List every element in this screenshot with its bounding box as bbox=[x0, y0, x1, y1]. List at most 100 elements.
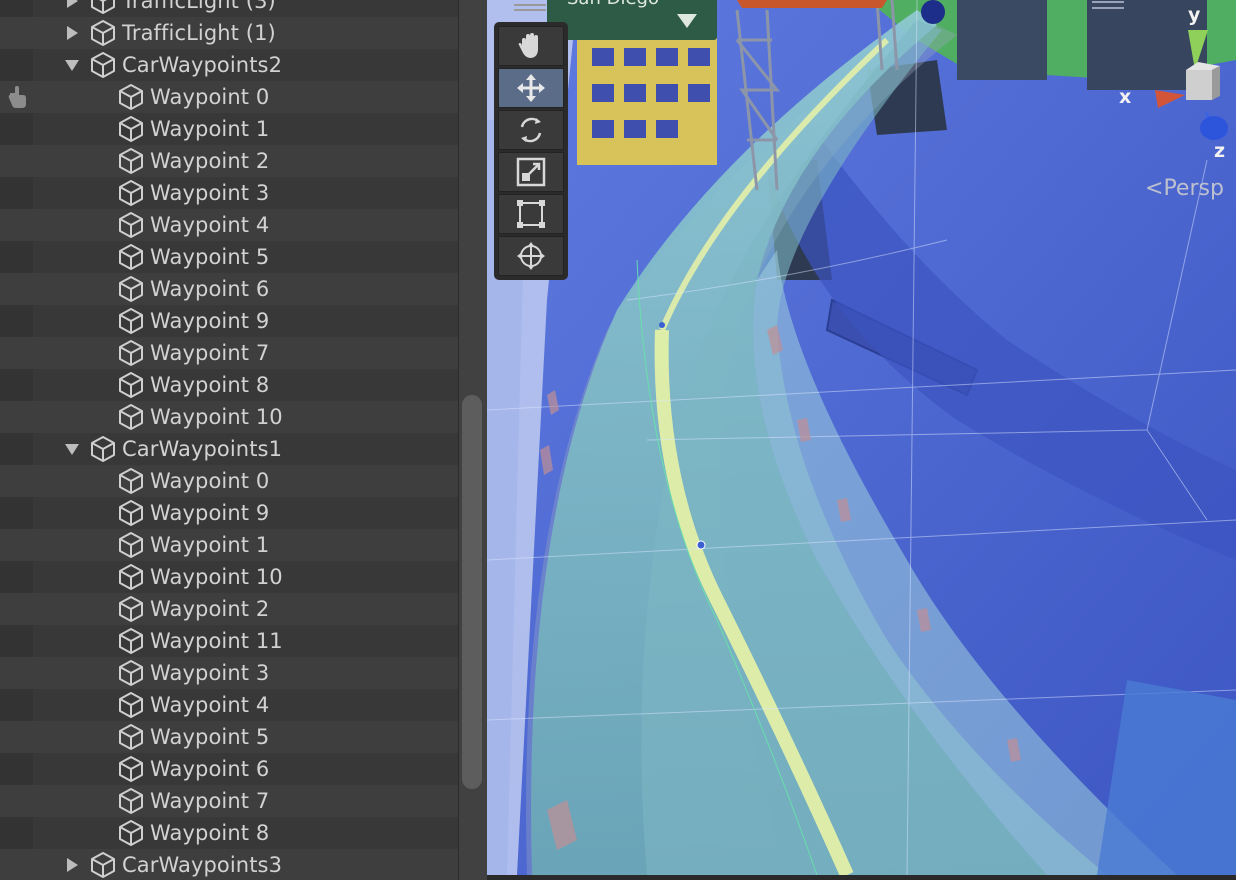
hierarchy-item-row[interactable]: Waypoint 4 bbox=[0, 689, 458, 721]
row-label: Waypoint 4 bbox=[150, 213, 270, 237]
hierarchy-scrollbar-thumb[interactable] bbox=[462, 395, 482, 789]
gameobject-cube-icon bbox=[88, 434, 118, 464]
hierarchy-item-row[interactable]: Waypoint 6 bbox=[0, 273, 458, 305]
row-label: CarWaypoints2 bbox=[122, 53, 283, 77]
scale-tool-button[interactable] bbox=[498, 152, 564, 192]
row-label: Waypoint 7 bbox=[150, 789, 270, 813]
gameobject-cube-icon bbox=[116, 530, 146, 560]
gameobject-cube-icon bbox=[116, 818, 146, 848]
row-content: Waypoint 3 bbox=[116, 657, 269, 689]
row-label: Waypoint 3 bbox=[150, 181, 270, 205]
projection-toggle[interactable]: <Persp bbox=[1145, 176, 1224, 201]
gameobject-cube-icon bbox=[88, 18, 118, 48]
hierarchy-item-row[interactable]: Waypoint 9 bbox=[0, 305, 458, 337]
gameobject-cube-icon bbox=[116, 466, 146, 496]
row-label: Waypoint 9 bbox=[150, 501, 270, 525]
gameobject-cube-icon bbox=[116, 274, 146, 304]
row-content: Waypoint 2 bbox=[116, 593, 269, 625]
hierarchy-item-row[interactable]: Waypoint 11 bbox=[0, 625, 458, 657]
hierarchy-item-row[interactable]: Waypoint 9 bbox=[0, 497, 458, 529]
hierarchy-item-row[interactable]: Waypoint 3 bbox=[0, 657, 458, 689]
hierarchy-group-row[interactable]: CarWaypoints2 bbox=[0, 49, 458, 81]
row-label: Waypoint 5 bbox=[150, 725, 270, 749]
hierarchy-item-row[interactable]: Waypoint 2 bbox=[0, 593, 458, 625]
row-content: Waypoint 6 bbox=[116, 273, 269, 305]
row-label: Waypoint 2 bbox=[150, 597, 270, 621]
hierarchy-group-row[interactable]: TrafficLight (3) bbox=[0, 0, 458, 17]
row-content: Waypoint 10 bbox=[116, 561, 283, 593]
gameobject-cube-icon bbox=[116, 658, 146, 688]
gameobject-cube-icon bbox=[116, 786, 146, 816]
hierarchy-item-row[interactable]: Waypoint 10 bbox=[0, 401, 458, 433]
hierarchy-panel[interactable]: TrafficLight (3) TrafficLight (1) CarWaypo… bbox=[0, 0, 458, 880]
row-label: TrafficLight (1) bbox=[122, 21, 276, 45]
hierarchy-item-row[interactable]: Waypoint 10 bbox=[0, 561, 458, 593]
hierarchy-item-row[interactable]: Waypoint 5 bbox=[0, 721, 458, 753]
toolbar-drag-handle[interactable] bbox=[512, 2, 548, 12]
transform-icon bbox=[517, 242, 545, 270]
rect-tool-button[interactable] bbox=[498, 194, 564, 234]
hierarchy-item-row[interactable]: Waypoint 8 bbox=[0, 817, 458, 849]
hierarchy-item-row[interactable]: Waypoint 8 bbox=[0, 369, 458, 401]
scene-bottom-bar bbox=[487, 875, 1236, 880]
transform-tool-button[interactable] bbox=[498, 236, 564, 276]
row-label: TrafficLight (3) bbox=[122, 0, 276, 13]
hierarchy-item-row[interactable]: Waypoint 1 bbox=[0, 113, 458, 145]
collapse-right-arrow-icon[interactable] bbox=[64, 857, 80, 873]
row-label: Waypoint 0 bbox=[150, 85, 270, 109]
collapse-right-arrow-icon[interactable] bbox=[64, 25, 80, 41]
row-label: CarWaypoints1 bbox=[122, 437, 283, 461]
row-content: TrafficLight (1) bbox=[64, 17, 276, 49]
move-tool-button[interactable] bbox=[498, 68, 564, 108]
row-content: Waypoint 5 bbox=[116, 721, 269, 753]
transform-toolbar bbox=[494, 22, 568, 280]
move-icon bbox=[517, 74, 545, 102]
rect-transform-icon bbox=[517, 200, 545, 228]
collapse-right-arrow-icon[interactable] bbox=[64, 0, 80, 9]
row-label: Waypoint 6 bbox=[150, 277, 270, 301]
back-chevron-icon: < bbox=[1145, 176, 1164, 201]
hand-tool-button[interactable] bbox=[498, 26, 564, 66]
row-content: Waypoint 9 bbox=[116, 497, 269, 529]
hierarchy-tree[interactable]: TrafficLight (3) TrafficLight (1) CarWaypo… bbox=[0, 0, 458, 880]
hand-icon bbox=[518, 33, 538, 58]
hierarchy-item-row[interactable]: Waypoint 3 bbox=[0, 177, 458, 209]
expand-down-arrow-icon[interactable] bbox=[64, 57, 80, 73]
gameobject-cube-icon bbox=[116, 690, 146, 720]
hierarchy-item-row[interactable]: Waypoint 0 bbox=[0, 465, 458, 497]
gameobject-cube-icon bbox=[116, 82, 146, 112]
hierarchy-group-row[interactable]: CarWaypoints1 bbox=[0, 433, 458, 465]
expand-down-arrow-icon[interactable] bbox=[64, 441, 80, 457]
pointer-hand-icon bbox=[8, 86, 26, 108]
hierarchy-item-row[interactable]: Waypoint 0 bbox=[0, 81, 458, 113]
hierarchy-item-row[interactable]: Waypoint 4 bbox=[0, 209, 458, 241]
gameobject-cube-icon bbox=[116, 754, 146, 784]
hierarchy-item-row[interactable]: Waypoint 6 bbox=[0, 753, 458, 785]
gameobject-cube-icon bbox=[88, 0, 118, 16]
row-content: CarWaypoints2 bbox=[64, 49, 282, 81]
hierarchy-item-row[interactable]: Waypoint 1 bbox=[0, 529, 458, 561]
gameobject-cube-icon bbox=[116, 210, 146, 240]
row-content: Waypoint 0 bbox=[116, 81, 269, 113]
gizmo-z-label[interactable]: z bbox=[1214, 140, 1225, 162]
hierarchy-group-row[interactable]: TrafficLight (1) bbox=[0, 17, 458, 49]
row-content: Waypoint 8 bbox=[116, 817, 269, 849]
row-label: Waypoint 8 bbox=[150, 373, 270, 397]
hierarchy-item-row[interactable]: Waypoint 2 bbox=[0, 145, 458, 177]
gizmo-x-label[interactable]: x bbox=[1119, 86, 1131, 108]
hierarchy-group-row[interactable]: CarWaypoints3 bbox=[0, 849, 458, 880]
row-label: Waypoint 3 bbox=[150, 661, 270, 685]
gizmo-y-label[interactable]: y bbox=[1188, 4, 1200, 26]
hierarchy-item-row[interactable]: Waypoint 5 bbox=[0, 241, 458, 273]
row-content: TrafficLight (3) bbox=[64, 0, 276, 17]
rotate-tool-button[interactable] bbox=[498, 110, 564, 150]
row-content: Waypoint 7 bbox=[116, 337, 269, 369]
hierarchy-item-row[interactable]: Waypoint 7 bbox=[0, 785, 458, 817]
gameobject-cube-icon bbox=[88, 50, 118, 80]
row-content: Waypoint 11 bbox=[116, 625, 283, 657]
row-label: Waypoint 11 bbox=[150, 629, 283, 653]
hierarchy-item-row[interactable]: Waypoint 7 bbox=[0, 337, 458, 369]
row-label: Waypoint 1 bbox=[150, 117, 270, 141]
row-label: Waypoint 8 bbox=[150, 821, 270, 845]
gameobject-cube-icon bbox=[116, 242, 146, 272]
